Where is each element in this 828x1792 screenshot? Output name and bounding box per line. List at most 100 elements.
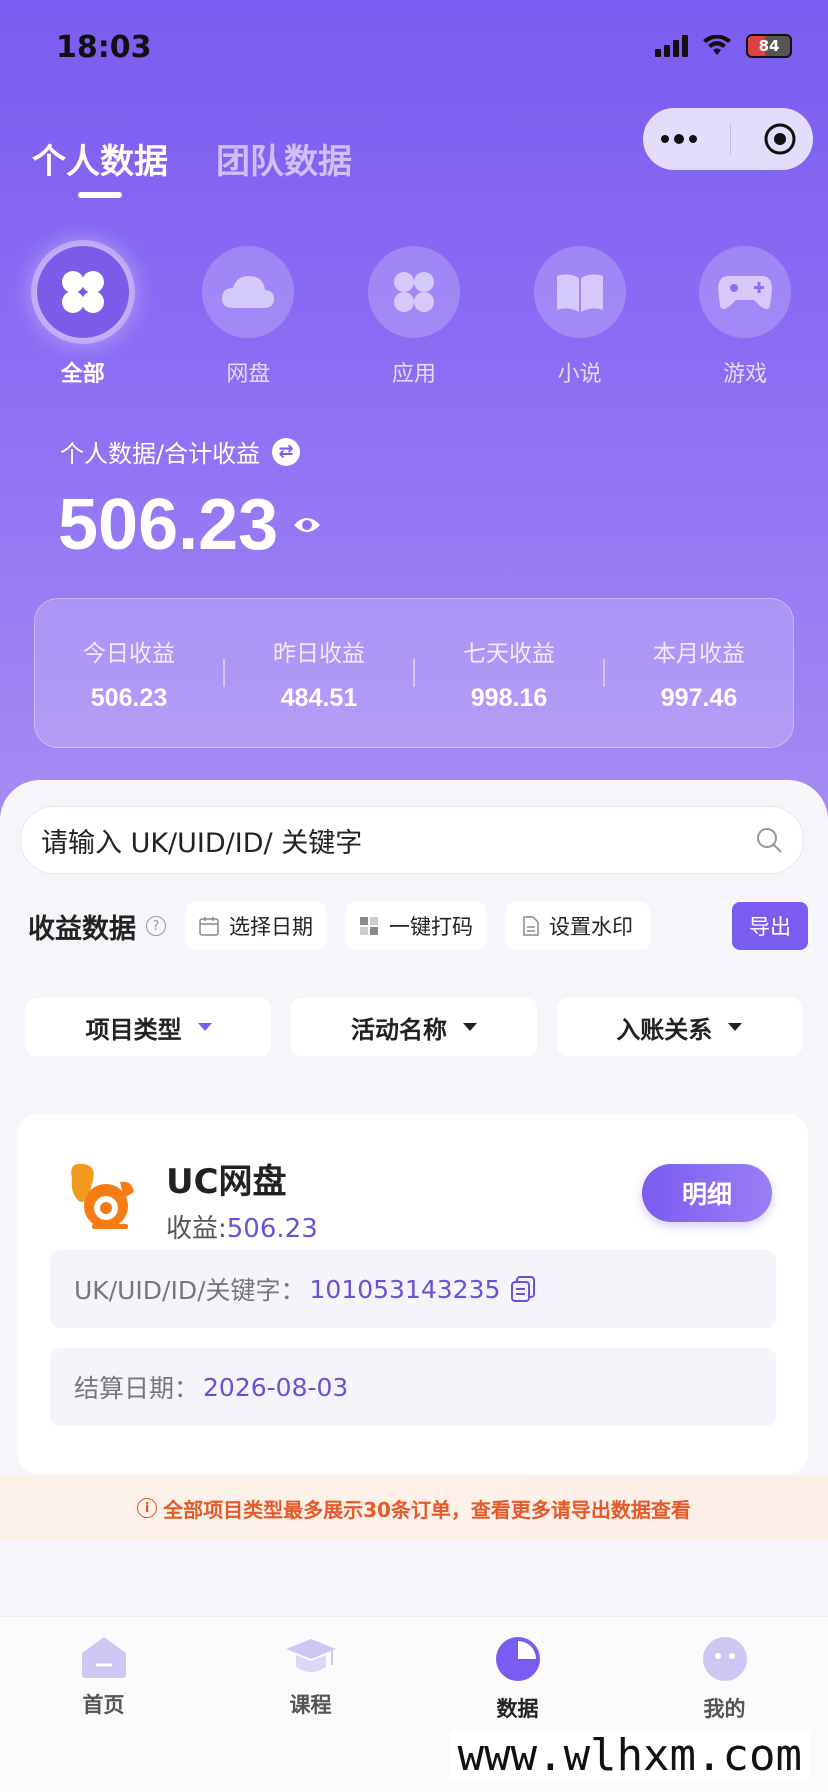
stat-month: 本月收益 997.46 (605, 634, 793, 713)
settlement-date-row: 结算日期： 2026-08-03 (50, 1348, 776, 1426)
nav-label: 课程 (289, 1693, 332, 1717)
home-icon (81, 1637, 126, 1678)
total-income-label: 个人数据/合计收益 (60, 440, 261, 468)
notice-bar: i 全部项目类型最多展示30条订单，查看更多请导出数据查看 (0, 1476, 828, 1540)
total-income-value: 506.23 (58, 485, 279, 565)
main-panel: 请输入 UK/UID/ID/ 关键字 收益数据 ? 选择日期 一键打码 设置水印… (0, 780, 828, 1620)
category-label: 全部 (60, 362, 105, 387)
total-income-row: 506.23 (58, 484, 322, 566)
filter-label: 活动名称 (350, 1015, 447, 1044)
nav-home[interactable]: 首页 (0, 1617, 207, 1792)
stat-value: 997.46 (660, 683, 738, 712)
search-icon[interactable] (755, 826, 783, 854)
section-title: 收益数据 (28, 913, 136, 945)
uid-label: UK/UID/ID/关键字： (74, 1276, 306, 1305)
export-button[interactable]: 导出 (732, 902, 808, 950)
stat-label: 昨日收益 (273, 640, 365, 667)
card-income-label: 收益: (166, 1214, 227, 1244)
nav-label: 我的 (703, 1697, 746, 1721)
card-income: 收益:506.23 (166, 1208, 318, 1245)
stat-value: 506.23 (90, 683, 168, 712)
filter-account-relation[interactable]: 入账关系 (556, 998, 802, 1056)
nav-courses[interactable]: 课程 (207, 1617, 414, 1792)
search-input[interactable]: 请输入 UK/UID/ID/ 关键字 (20, 806, 804, 874)
status-icons: 84 (655, 34, 792, 58)
stat-label: 七天收益 (463, 640, 555, 667)
eye-icon[interactable] (292, 514, 322, 536)
category-label: 小说 (557, 362, 602, 387)
search-placeholder: 请输入 UK/UID/ID/ 关键字 (41, 827, 363, 859)
filter-project-type[interactable]: 项目类型 (26, 998, 272, 1056)
status-time: 18:03 (56, 30, 152, 65)
tab-personal[interactable]: 个人数据 (32, 134, 168, 183)
category-novel[interactable]: 小说 (497, 246, 663, 388)
wifi-icon (703, 35, 731, 55)
select-date-label: 选择日期 (229, 915, 313, 939)
uc-squirrel-logo-icon (71, 1163, 134, 1229)
stat-yesterday: 昨日收益 484.51 (225, 634, 413, 713)
calendar-icon (199, 917, 219, 936)
cloud-icon (202, 246, 295, 338)
capsule-divider (730, 124, 732, 154)
miniprogram-capsule (643, 108, 813, 170)
card-title: UC网盘 (166, 1162, 287, 1202)
category-netdisk[interactable]: 网盘 (166, 246, 332, 388)
notice-text: 全部项目类型最多展示30条订单，查看更多请导出数据查看 (163, 1497, 691, 1522)
caret-down-icon (462, 1023, 477, 1031)
tab-team[interactable]: 团队数据 (216, 134, 352, 183)
graduation-cap-icon (285, 1639, 336, 1672)
close-target-icon[interactable] (763, 122, 797, 156)
apps-icon (367, 246, 460, 338)
nav-label: 数据 (496, 1697, 539, 1721)
tab-indicator (78, 192, 122, 198)
stat-seven-days: 七天收益 998.16 (415, 634, 603, 713)
income-stats-panel: 今日收益 506.23 昨日收益 484.51 七天收益 998.16 本月收益… (34, 598, 794, 748)
clover-icon (36, 246, 129, 338)
category-games[interactable]: 游戏 (662, 246, 828, 388)
more-icon[interactable] (659, 133, 699, 145)
detail-button[interactable]: 明细 (642, 1164, 772, 1222)
category-apps[interactable]: 应用 (331, 246, 497, 388)
filter-activity-name[interactable]: 活动名称 (291, 998, 537, 1056)
stat-today: 今日收益 506.23 (35, 634, 223, 713)
watermark-button[interactable]: 设置水印 (506, 902, 650, 950)
pie-chart-icon (495, 1637, 540, 1681)
mask-button[interactable]: 一键打码 (346, 902, 486, 950)
stat-label: 本月收益 (653, 640, 745, 667)
battery-icon: 84 (746, 34, 792, 58)
nav-label: 首页 (82, 1693, 125, 1717)
category-bar: 全部 网盘 应用 小说 游戏 (0, 246, 828, 388)
signal-icon (655, 35, 688, 57)
info-icon: i (137, 1498, 158, 1518)
filter-bar: 项目类型 活动名称 入账关系 (26, 998, 802, 1056)
category-label: 应用 (391, 362, 436, 387)
caret-down-icon (197, 1023, 212, 1031)
filter-label: 入账关系 (616, 1015, 713, 1044)
card-income-value: 506.23 (226, 1214, 318, 1244)
help-icon[interactable]: ? (146, 916, 166, 936)
caret-down-icon (728, 1023, 743, 1031)
filter-label: 项目类型 (85, 1015, 182, 1044)
category-label: 游戏 (723, 362, 768, 387)
settlement-date-value: 2026-08-03 (203, 1372, 349, 1402)
site-watermark: www.wlhxm.com (449, 1730, 810, 1781)
uid-row: UK/UID/ID/关键字： 101053143235 (50, 1250, 776, 1328)
stat-label: 今日收益 (83, 640, 175, 667)
category-label: 网盘 (226, 362, 271, 387)
watermark-label: 设置水印 (549, 915, 633, 939)
gamepad-icon (699, 246, 792, 338)
select-date-button[interactable]: 选择日期 (186, 902, 326, 950)
mask-label: 一键打码 (389, 915, 473, 939)
swap-icon[interactable]: ⇄ (272, 437, 301, 466)
stat-value: 484.51 (280, 683, 358, 712)
mosaic-icon (360, 917, 378, 935)
settlement-date-label: 结算日期： (74, 1374, 200, 1403)
copy-icon[interactable] (510, 1275, 536, 1303)
stat-value: 998.16 (470, 683, 548, 712)
book-icon (533, 246, 626, 338)
document-icon (523, 916, 539, 936)
income-record-card: UC网盘 收益:506.23 明细 UK/UID/ID/关键字： 1010531… (18, 1114, 808, 1474)
profile-face-icon (702, 1637, 747, 1681)
category-all[interactable]: 全部 (0, 246, 166, 388)
uid-value: 101053143235 (309, 1274, 501, 1304)
